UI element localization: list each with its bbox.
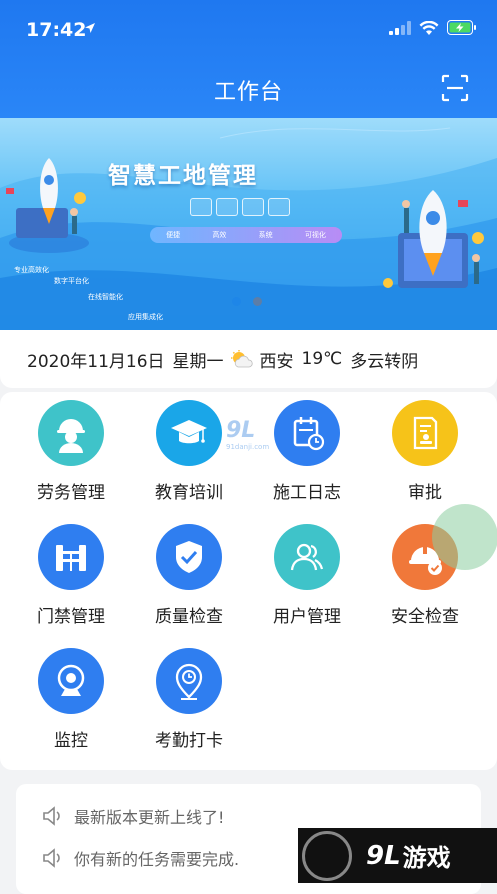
carousel-dots <box>232 297 262 306</box>
city-text: 西安 <box>259 351 294 372</box>
banner-chart-icon <box>216 198 238 216</box>
banner-tag: 专业高效化 <box>14 266 49 274</box>
weather-text: 多云转阴 <box>350 351 419 372</box>
worker-icon <box>38 400 104 466</box>
notice-item[interactable]: 最新版本更新上线了! <box>42 804 224 828</box>
rocket-right-illustration <box>383 190 484 288</box>
gate-icon <box>38 524 104 590</box>
cloudy-sun-icon <box>230 350 253 368</box>
carousel-dot-active[interactable] <box>232 297 241 306</box>
grid-item-label: 监控 <box>54 731 88 751</box>
banner-tag: 应用集成化 <box>128 313 163 321</box>
banner-feature-pill: 便捷 高效 系统 可视化 <box>150 227 342 243</box>
pill-item: 便捷 <box>166 231 181 239</box>
scan-icon[interactable] <box>441 74 469 102</box>
grid-item-attendance[interactable]: 考勤打卡 <box>134 648 244 751</box>
signal-icon <box>389 20 411 35</box>
banner-box-icon <box>190 198 212 216</box>
carousel-dot[interactable] <box>253 297 262 306</box>
grid-item-construction-log[interactable]: 施工日志 <box>252 400 362 503</box>
status-icons <box>389 20 477 35</box>
grid-item-label: 劳务管理 <box>37 483 105 503</box>
grid-item-label: 教育培训 <box>155 483 223 503</box>
watermark-domain: 91danji.com <box>226 443 270 451</box>
grid-item-user-management[interactable]: 用户管理 <box>252 524 362 627</box>
pill-item: 高效 <box>212 231 227 239</box>
status-bar: 17:42 <box>0 0 497 60</box>
camera-icon <box>38 648 104 714</box>
watermark-ring-icon <box>302 830 352 881</box>
banner-carousel[interactable]: 智慧工地管理 便捷 高效 系统 可视化 专业高效化 数字平台化 在线智能化 应用… <box>0 118 497 330</box>
shield-check-icon <box>156 524 222 590</box>
banner-helmet-icon <box>268 198 290 216</box>
app-header: 17:42 工作台 <box>0 0 497 118</box>
battery-charging-icon <box>447 20 476 35</box>
clock-pin-icon <box>156 648 222 714</box>
wifi-icon <box>419 20 439 35</box>
banner-network-icon <box>242 198 264 216</box>
notice-item[interactable]: 你有新的任务需要完成. <box>42 846 239 870</box>
grid-item-education[interactable]: 教育培训 <box>134 400 244 503</box>
calendar-log-icon <box>274 400 340 466</box>
banner-title: 智慧工地管理 <box>108 163 258 189</box>
banner-tag: 数字平台化 <box>54 277 89 285</box>
grid-item-monitoring[interactable]: 监控 <box>16 648 126 751</box>
temperature-text: 19℃ <box>301 349 343 369</box>
watermark-logo: 9L 91danji.com <box>226 418 269 451</box>
banner-feature-icons <box>190 198 290 216</box>
grid-item-label: 审批 <box>408 483 442 503</box>
date-text: 2020年11月16日 <box>27 351 165 372</box>
grid-item-access-control[interactable]: 门禁管理 <box>16 524 126 627</box>
notice-text: 最新版本更新上线了! <box>74 808 225 827</box>
status-time: 17:42 <box>26 19 87 41</box>
corner-watermark: 9L 游戏 <box>298 828 497 883</box>
grid-item-label: 安全检查 <box>391 607 459 627</box>
grid-item-labor[interactable]: 劳务管理 <box>16 400 126 503</box>
pill-item: 系统 <box>258 231 273 239</box>
grid-item-label: 施工日志 <box>273 483 341 503</box>
banner-tag: 在线智能化 <box>88 293 123 301</box>
floating-assist-button[interactable] <box>432 504 497 570</box>
page-title: 工作台 <box>213 80 283 105</box>
rocket-left-illustration <box>6 158 89 253</box>
speaker-icon <box>43 848 60 868</box>
users-icon <box>274 524 340 590</box>
date-weather-bar: 2020年11月16日 星期一 西安 19℃ 多云转阴 <box>0 330 497 388</box>
watermark-text: 游戏 <box>402 844 451 872</box>
pill-item: 可视化 <box>304 231 326 239</box>
watermark-number: 9L <box>366 840 401 871</box>
grid-item-label: 考勤打卡 <box>155 731 223 751</box>
grid-item-approval[interactable]: 审批 <box>370 400 480 503</box>
weekday-text: 星期一 <box>172 351 224 372</box>
grid-item-label: 门禁管理 <box>37 607 105 627</box>
graduation-cap-icon <box>156 400 222 466</box>
approval-doc-icon <box>392 400 458 466</box>
location-arrow-icon <box>85 23 95 33</box>
grid-item-label: 用户管理 <box>273 607 341 627</box>
grid-item-quality-check[interactable]: 质量检查 <box>134 524 244 627</box>
speaker-icon <box>43 806 60 826</box>
watermark-text: 9L <box>226 418 256 443</box>
notice-text: 你有新的任务需要完成. <box>74 850 240 869</box>
grid-item-label: 质量检查 <box>155 607 223 627</box>
